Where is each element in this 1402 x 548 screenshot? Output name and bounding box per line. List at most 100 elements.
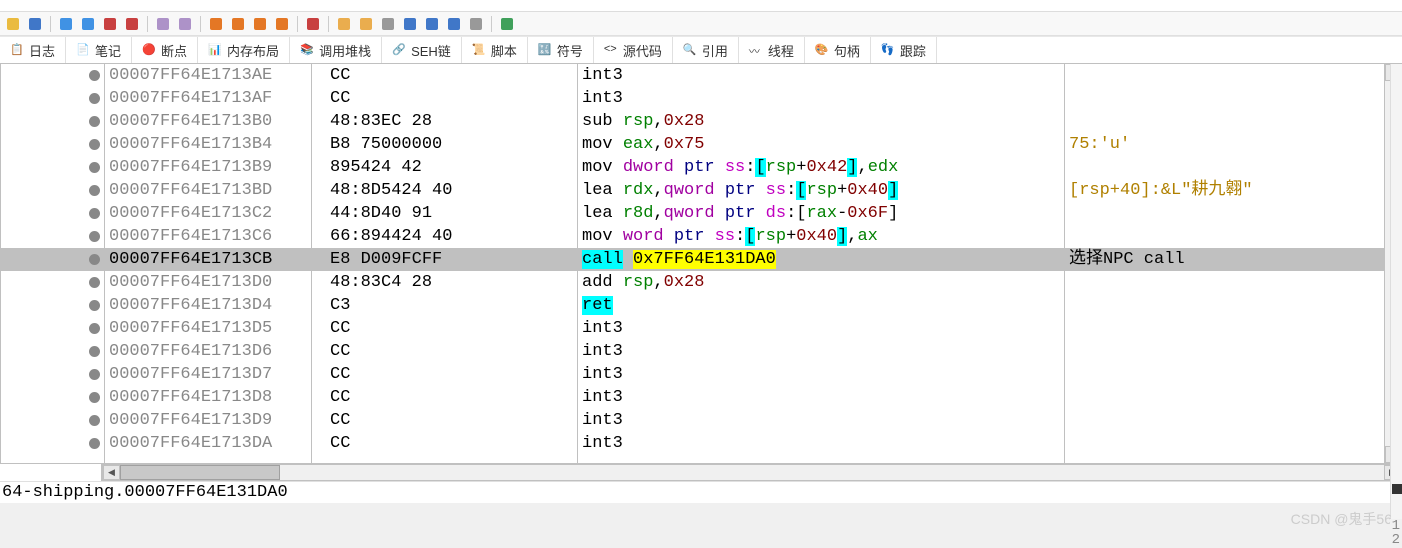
close-icon[interactable] bbox=[123, 15, 141, 33]
arrow-right-icon[interactable] bbox=[154, 15, 172, 33]
address-cell[interactable]: 00007FF64E1713AF bbox=[105, 87, 311, 110]
address-cell[interactable]: 00007FF64E1713D4 bbox=[105, 294, 311, 317]
step-icon[interactable] bbox=[207, 15, 225, 33]
tab-11[interactable]: 🎨句柄 bbox=[805, 37, 871, 63]
bytes-cell[interactable]: CC bbox=[312, 340, 577, 363]
tab-4[interactable]: 📚调用堆栈 bbox=[290, 37, 382, 63]
bytes-cell[interactable]: B8 75000000 bbox=[312, 133, 577, 156]
bytes-cell[interactable]: 66:894424 40 bbox=[312, 225, 577, 248]
breakpoint-dot-icon[interactable] bbox=[89, 254, 100, 265]
address-cell[interactable]: 00007FF64E1713D6 bbox=[105, 340, 311, 363]
bytes-cell[interactable]: 44:8D40 91 bbox=[312, 202, 577, 225]
instruction-cell[interactable]: int3 bbox=[578, 317, 1064, 340]
horizontal-scrollbar[interactable]: ◀ ▶ bbox=[102, 464, 1402, 481]
instruction-cell[interactable]: call 0x7FF64E131DA0 bbox=[578, 248, 1064, 271]
gear-icon[interactable] bbox=[467, 15, 485, 33]
breakpoint-dot-icon[interactable] bbox=[89, 116, 100, 127]
comment-cell[interactable] bbox=[1065, 225, 1384, 248]
instruction-cell[interactable]: lea rdx,qword ptr ss:[rsp+0x40] bbox=[578, 179, 1064, 202]
breakpoint-dot-icon[interactable] bbox=[89, 208, 100, 219]
bytes-cell[interactable]: CC bbox=[312, 363, 577, 386]
breakpoint-dot-icon[interactable] bbox=[89, 415, 100, 426]
address-cell[interactable]: 00007FF64E1713BD bbox=[105, 179, 311, 202]
instruction-cell[interactable]: lea r8d,qword ptr ds:[rax-0x6F] bbox=[578, 202, 1064, 225]
fx-icon[interactable] bbox=[379, 15, 397, 33]
address-cell[interactable]: 00007FF64E1713DA bbox=[105, 432, 311, 455]
comment-cell[interactable] bbox=[1065, 340, 1384, 363]
instruction-cell[interactable]: ret bbox=[578, 294, 1064, 317]
gutter-row[interactable] bbox=[1, 294, 104, 317]
bytes-cell[interactable]: C3 bbox=[312, 294, 577, 317]
bytes-cell[interactable]: 48:83EC 28 bbox=[312, 110, 577, 133]
bytes-cell[interactable]: CC bbox=[312, 87, 577, 110]
tab-8[interactable]: <>源代码 bbox=[594, 37, 673, 63]
address-cell[interactable]: 00007FF64E1713D0 bbox=[105, 271, 311, 294]
address-cell[interactable]: 00007FF64E1713C6 bbox=[105, 225, 311, 248]
address-cell[interactable]: 00007FF64E1713B0 bbox=[105, 110, 311, 133]
stop-icon[interactable] bbox=[101, 15, 119, 33]
address-cell[interactable]: 00007FF64E1713AE bbox=[105, 64, 311, 87]
address-cell[interactable]: 00007FF64E1713CB bbox=[105, 248, 311, 271]
tag-icon[interactable] bbox=[335, 15, 353, 33]
gutter-row[interactable] bbox=[1, 110, 104, 133]
instruction-cell[interactable]: add rsp,0x28 bbox=[578, 271, 1064, 294]
gutter-row[interactable] bbox=[1, 156, 104, 179]
address-cell[interactable]: 00007FF64E1713B9 bbox=[105, 156, 311, 179]
comment-cell[interactable] bbox=[1065, 317, 1384, 340]
arrow-icon[interactable] bbox=[176, 15, 194, 33]
gutter-row[interactable] bbox=[1, 225, 104, 248]
comment-cell[interactable] bbox=[1065, 156, 1384, 179]
tab-3[interactable]: 📊内存布局 bbox=[198, 37, 290, 63]
address-cell[interactable]: 00007FF64E1713B4 bbox=[105, 133, 311, 156]
step-into-icon[interactable] bbox=[273, 15, 291, 33]
breakpoint-dot-icon[interactable] bbox=[89, 323, 100, 334]
breakpoint-dot-icon[interactable] bbox=[89, 162, 100, 173]
tab-9[interactable]: 🔍引用 bbox=[673, 37, 739, 63]
comment-cell[interactable] bbox=[1065, 432, 1384, 455]
pencil-icon[interactable] bbox=[357, 15, 375, 33]
breakpoint-gutter[interactable] bbox=[1, 64, 105, 463]
comment-cell[interactable]: 选择NPC call bbox=[1065, 248, 1384, 271]
instruction-cell[interactable]: int3 bbox=[578, 340, 1064, 363]
tab-2[interactable]: 🔴断点 bbox=[132, 37, 198, 63]
comment-cell[interactable]: 75:'u' bbox=[1065, 133, 1384, 156]
instruction-cell[interactable]: mov dword ptr ss:[rsp+0x42],edx bbox=[578, 156, 1064, 179]
tab-6[interactable]: 📜脚本 bbox=[462, 37, 528, 63]
instruction-cell[interactable]: int3 bbox=[578, 363, 1064, 386]
gutter-row[interactable] bbox=[1, 340, 104, 363]
az-icon[interactable] bbox=[423, 15, 441, 33]
breakpoint-dot-icon[interactable] bbox=[89, 392, 100, 403]
breakpoint-dot-icon[interactable] bbox=[89, 300, 100, 311]
gutter-row[interactable] bbox=[1, 363, 104, 386]
bytes-cell[interactable]: 48:83C4 28 bbox=[312, 271, 577, 294]
gutter-row[interactable] bbox=[1, 64, 104, 87]
instruction-cell[interactable]: int3 bbox=[578, 409, 1064, 432]
gutter-row[interactable] bbox=[1, 248, 104, 271]
bytes-cell[interactable]: 895424 42 bbox=[312, 156, 577, 179]
breakpoint-dot-icon[interactable] bbox=[89, 139, 100, 150]
gutter-row[interactable] bbox=[1, 202, 104, 225]
comment-column[interactable]: 75:'u'[rsp+40]:&L"耕九翱"选择NPC call bbox=[1065, 64, 1384, 463]
address-cell[interactable]: 00007FF64E1713D5 bbox=[105, 317, 311, 340]
address-cell[interactable]: 00007FF64E1713C2 bbox=[105, 202, 311, 225]
instruction-cell[interactable]: mov word ptr ss:[rsp+0x40],ax bbox=[578, 225, 1064, 248]
address-column[interactable]: 00007FF64E1713AE00007FF64E1713AF00007FF6… bbox=[105, 64, 312, 463]
bytes-cell[interactable]: E8 D009FCFF bbox=[312, 248, 577, 271]
tab-12[interactable]: 👣跟踪 bbox=[871, 37, 937, 63]
comment-cell[interactable] bbox=[1065, 409, 1384, 432]
step-over-icon[interactable] bbox=[229, 15, 247, 33]
refresh-icon[interactable] bbox=[26, 15, 44, 33]
comment-cell[interactable] bbox=[1065, 87, 1384, 110]
instruction-cell[interactable]: sub rsp,0x28 bbox=[578, 110, 1064, 133]
script-s-icon[interactable] bbox=[304, 15, 322, 33]
comment-cell[interactable] bbox=[1065, 110, 1384, 133]
breakpoint-dot-icon[interactable] bbox=[89, 438, 100, 449]
gutter-row[interactable] bbox=[1, 87, 104, 110]
instruction-cell[interactable]: int3 bbox=[578, 87, 1064, 110]
hash-icon[interactable] bbox=[401, 15, 419, 33]
gutter-row[interactable] bbox=[1, 317, 104, 340]
instruction-column[interactable]: int3int3sub rsp,0x28mov eax,0x75mov dwor… bbox=[578, 64, 1065, 463]
bytes-cell[interactable]: CC bbox=[312, 409, 577, 432]
breakpoint-dot-icon[interactable] bbox=[89, 231, 100, 242]
breakpoint-dot-icon[interactable] bbox=[89, 277, 100, 288]
